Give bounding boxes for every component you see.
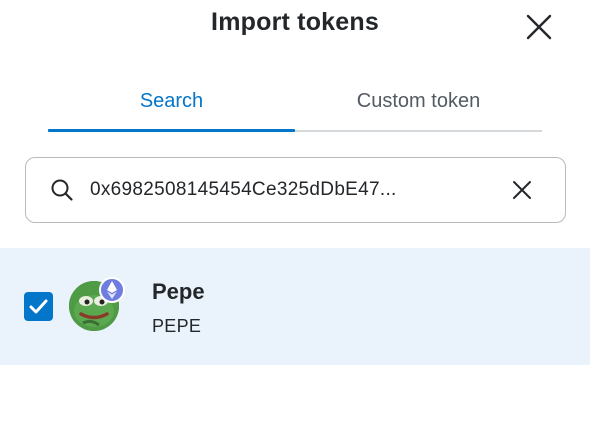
header: Import tokens — [0, 0, 590, 50]
token-symbol: PEPE — [152, 316, 202, 336]
token-name: Pepe — [152, 279, 205, 304]
search-input[interactable] — [90, 172, 490, 208]
tab-bar: Search Custom token — [48, 84, 542, 132]
page-title: Import tokens — [211, 8, 379, 36]
token-list-item[interactable]: Pepe PEPE — [0, 248, 590, 365]
active-tab-indicator — [48, 129, 295, 132]
search-icon — [51, 179, 73, 201]
tab-custom-token[interactable]: Custom token — [295, 84, 542, 132]
ethereum-icon — [99, 277, 125, 303]
search-field[interactable] — [25, 157, 566, 223]
checkmark-icon — [29, 299, 48, 314]
tab-search[interactable]: Search — [48, 84, 295, 132]
token-checkbox[interactable] — [24, 292, 53, 321]
clear-search-icon[interactable] — [510, 178, 534, 202]
close-icon[interactable] — [522, 10, 556, 44]
token-avatar — [69, 277, 125, 335]
